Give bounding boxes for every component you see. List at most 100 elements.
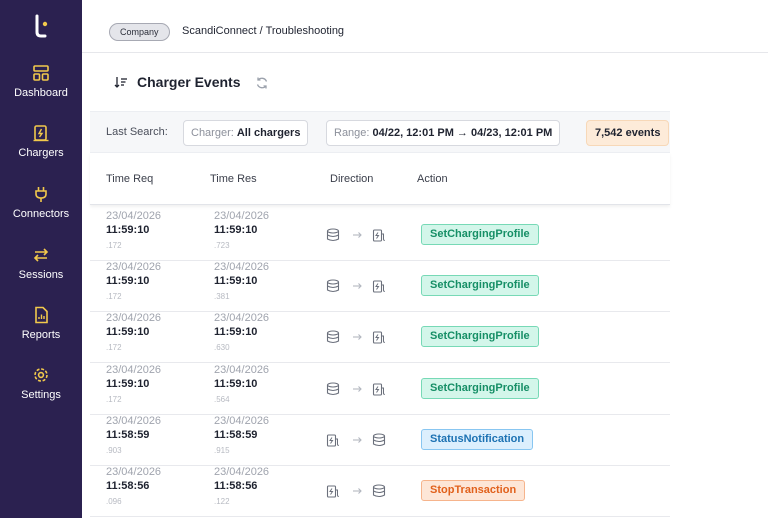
direction-indicator xyxy=(326,228,385,242)
action-badge[interactable]: SetChargingProfile xyxy=(421,326,539,348)
range-filter-value: 04/22, 12:01 PM → 04/23, 12:01 PM xyxy=(372,127,553,139)
charger-icon xyxy=(372,383,385,396)
direction-indicator xyxy=(326,484,386,498)
database-icon xyxy=(326,382,340,395)
range-filter-label: Range: xyxy=(334,127,370,139)
direction-indicator xyxy=(326,382,385,396)
sidebar-item-connectors[interactable]: Connectors xyxy=(0,185,82,220)
req-time: 11:59:10 xyxy=(106,326,150,339)
arrow-right-icon xyxy=(353,334,362,341)
charger-filter[interactable]: Charger: All chargers xyxy=(183,120,309,146)
database-icon xyxy=(372,433,386,446)
plug-icon xyxy=(35,187,47,202)
top-bar: Company ScandiConnect / Troubleshooting xyxy=(82,0,768,53)
sidebar-item-chargers[interactable]: Chargers xyxy=(0,124,82,159)
res-time: 11:59:10 xyxy=(214,377,258,390)
req-time: 11:59:10 xyxy=(106,224,150,236)
sidebar-item-label: Dashboard xyxy=(14,87,68,99)
req-ms: .172 xyxy=(106,343,122,353)
column-time-req[interactable]: Time Req xyxy=(106,173,153,185)
res-time: 11:58:56 xyxy=(214,480,258,492)
res-date: 23/04/2026 xyxy=(214,466,270,478)
req-ms: .172 xyxy=(106,292,122,302)
req-ms: .172 xyxy=(106,394,122,404)
res-ms: .564 xyxy=(214,394,230,404)
sidebar-item-sessions[interactable]: Sessions xyxy=(0,246,82,281)
res-ms: .630 xyxy=(214,343,230,353)
req-date: 23/04/2026 xyxy=(106,210,162,222)
action-badge[interactable]: SetChargingProfile xyxy=(421,377,539,399)
req-date: 23/04/2026 xyxy=(106,363,162,376)
req-ms: .172 xyxy=(106,241,122,250)
res-date: 23/04/2026 xyxy=(214,261,270,274)
panel-title: Charger Events xyxy=(137,74,241,90)
sidebar-item-label: Reports xyxy=(21,329,61,341)
gear-icon xyxy=(34,368,48,382)
req-date: 23/04/2026 xyxy=(106,414,162,427)
direction-indicator xyxy=(326,279,385,293)
sidebar-item-settings[interactable]: Settings xyxy=(0,366,82,401)
arrow-right-icon xyxy=(353,436,362,443)
table-row[interactable]: 23/04/2026 11:59:10.172 23/04/2026 11:59:10… xyxy=(90,261,670,313)
direction-indicator xyxy=(326,433,386,447)
table-row[interactable]: 23/04/2026 11:59:10.172 23/04/2026 11:59:10… xyxy=(90,312,670,364)
res-time: 11:58:59 xyxy=(214,428,258,441)
res-time: 11:59:10 xyxy=(214,224,258,236)
swap-arrows-icon xyxy=(33,248,49,262)
table-row[interactable]: 23/04/2026 11:59:10 .172 23/04/2026 11:59:10… xyxy=(90,210,670,261)
action-badge[interactable]: StatusNotification xyxy=(421,428,534,450)
breadcrumb: ScandiConnect / Troubleshooting xyxy=(182,25,345,37)
res-ms: .381 xyxy=(214,292,230,302)
arrow-right-icon xyxy=(353,283,362,290)
sidebar-item-label: Chargers xyxy=(18,147,64,159)
req-date: 23/04/2026 xyxy=(106,312,162,325)
req-ms: .096 xyxy=(106,497,122,506)
charger-filter-label: Charger: xyxy=(191,127,234,139)
req-time: 11:59:10 xyxy=(106,377,150,390)
sidebar-item-dashboard[interactable]: Dashboard xyxy=(0,64,82,99)
last-search-label: Last Search: xyxy=(106,126,168,138)
database-icon xyxy=(326,330,340,344)
req-ms: .903 xyxy=(106,445,122,455)
database-icon xyxy=(326,279,340,293)
req-time: 11:58:56 xyxy=(106,480,150,492)
action-badge[interactable]: SetChargingProfile xyxy=(421,275,539,297)
res-time: 11:59:10 xyxy=(214,275,258,288)
column-time-res[interactable]: Time Res xyxy=(210,173,257,185)
action-badge[interactable]: SetChargingProfile xyxy=(421,224,539,245)
direction-indicator xyxy=(326,330,385,344)
res-date: 23/04/2026 xyxy=(214,210,270,222)
res-ms: .915 xyxy=(214,445,230,455)
sort-icon[interactable] xyxy=(114,75,128,89)
action-badge[interactable]: StopTransaction xyxy=(421,480,526,501)
database-icon xyxy=(326,228,340,242)
events-count-badge: 7,542 events xyxy=(586,120,670,146)
arrow-right-icon xyxy=(353,232,362,238)
sidebar-item-label: Sessions xyxy=(18,269,64,281)
res-ms: .122 xyxy=(214,497,230,506)
dashboard-icon xyxy=(33,65,49,81)
report-icon xyxy=(35,306,48,324)
table-header: Time Req Time Res Direction Action xyxy=(90,153,670,205)
charger-icon xyxy=(372,229,385,242)
charger-icon xyxy=(326,485,339,498)
company-badge[interactable]: Company xyxy=(109,23,170,41)
table-row[interactable]: 23/04/2026 11:58:59.903 23/04/2026 11:58:59… xyxy=(90,415,670,466)
sidebar-item-label: Connectors xyxy=(12,208,70,220)
table-row[interactable]: 23/04/2026 11:59:10.172 23/04/2026 11:59:10… xyxy=(90,364,670,415)
arrow-right-icon xyxy=(353,385,362,392)
range-filter[interactable]: Range: 04/22, 12:01 PM → 04/23, 12:01 PM xyxy=(326,120,561,146)
sidebar-item-reports[interactable]: Reports xyxy=(0,306,82,341)
charger-icon xyxy=(372,280,385,293)
res-date: 23/04/2026 xyxy=(214,363,270,376)
table-row[interactable]: 23/04/2026 11:58:56 .096 23/04/2026 11:58:56… xyxy=(90,466,670,517)
filter-bar: Last Search: Charger: All chargers Range… xyxy=(90,111,670,153)
brand-logo-icon[interactable] xyxy=(27,12,55,40)
refresh-icon[interactable] xyxy=(255,76,269,90)
charger-icon xyxy=(326,434,339,447)
sidebar-item-label: Settings xyxy=(21,389,61,401)
charger-filter-value: All chargers xyxy=(236,127,301,139)
req-date: 23/04/2026 xyxy=(106,466,162,478)
column-action[interactable]: Action xyxy=(417,173,448,185)
column-direction[interactable]: Direction xyxy=(330,173,373,185)
